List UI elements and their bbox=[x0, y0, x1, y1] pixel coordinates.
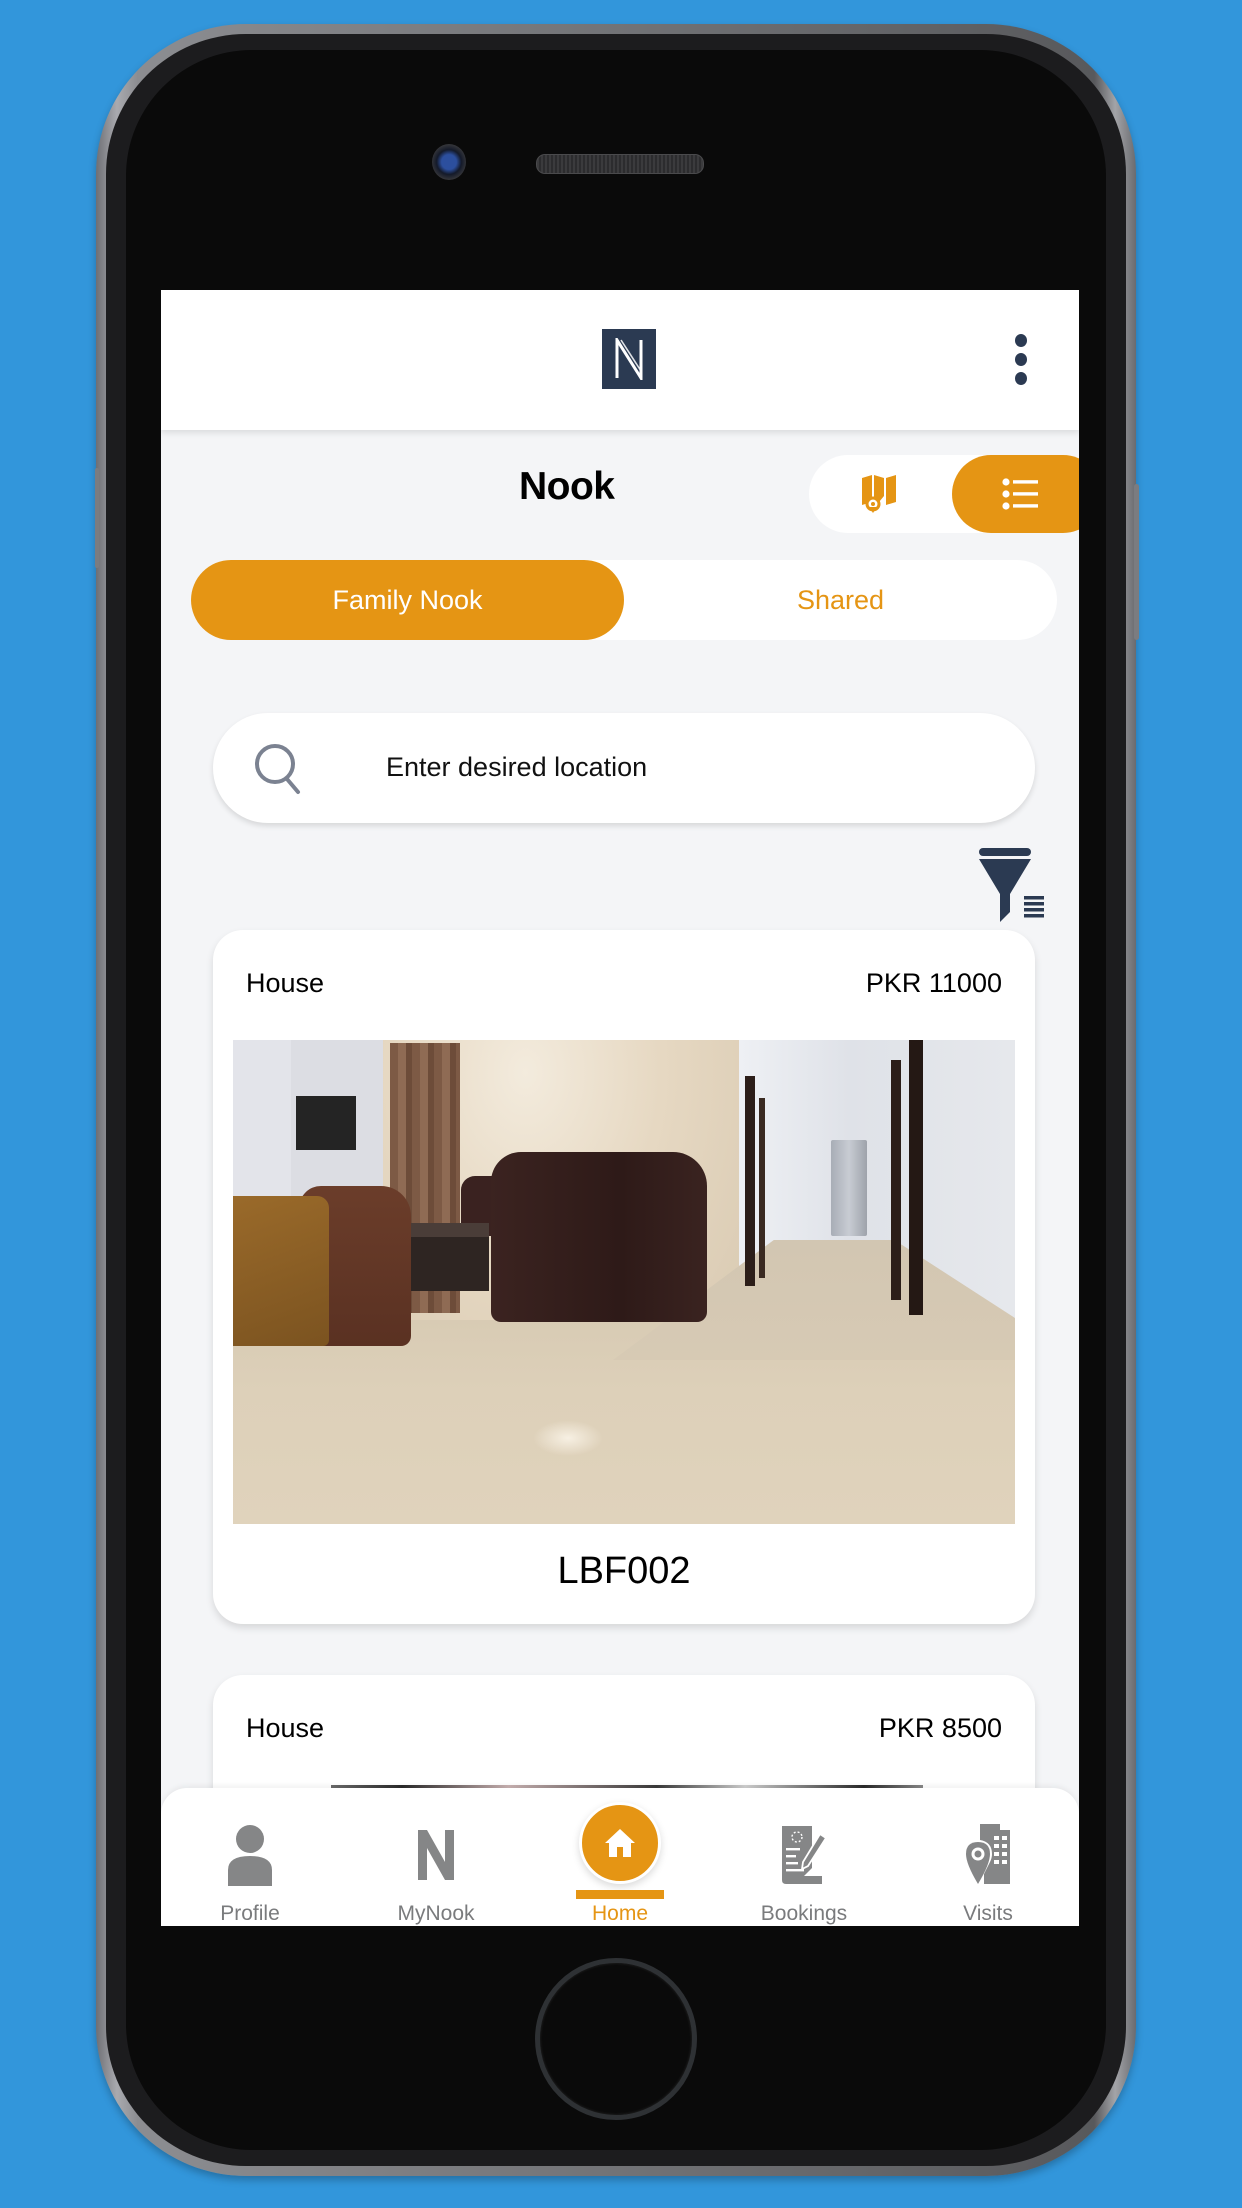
map-view-button[interactable] bbox=[809, 455, 949, 533]
n-letter-icon bbox=[418, 1830, 454, 1880]
active-indicator bbox=[576, 1890, 664, 1899]
app-logo bbox=[602, 329, 656, 389]
nav-mynook[interactable]: MyNook bbox=[361, 1788, 511, 1926]
search-icon bbox=[255, 744, 300, 794]
nav-label: Profile bbox=[220, 1902, 280, 1925]
photo-sofa-front bbox=[491, 1152, 707, 1322]
location-search-input[interactable]: Enter desired location bbox=[213, 713, 1035, 823]
earpiece-speaker bbox=[536, 154, 704, 174]
list-icon bbox=[1002, 478, 1038, 510]
photo-door bbox=[745, 1076, 755, 1286]
bottom-navigation: Profile MyNook Home Bookings Visits bbox=[161, 1788, 1079, 1926]
phone-side-button bbox=[1134, 484, 1139, 640]
listing-code: LBF002 bbox=[557, 1550, 691, 1592]
page-title: Nook bbox=[519, 465, 615, 508]
nav-visits[interactable]: Visits bbox=[913, 1788, 1063, 1926]
listing-type: House bbox=[246, 1713, 325, 1743]
photo-door bbox=[759, 1098, 765, 1278]
app-bar bbox=[161, 290, 1079, 430]
listing-photo[interactable] bbox=[233, 1040, 1015, 1524]
document-pen-icon bbox=[782, 1826, 828, 1884]
listing-card[interactable]: House PKR 11000 LBF002 bbox=[213, 930, 1035, 1624]
photo-drape bbox=[233, 1196, 329, 1346]
kebab-dot bbox=[1015, 372, 1027, 385]
nav-bookings[interactable]: Bookings bbox=[729, 1788, 879, 1926]
nav-label: Visits bbox=[963, 1902, 1013, 1925]
nook-type-segment: Shared Family Nook bbox=[191, 560, 1057, 640]
home-icon bbox=[605, 1829, 635, 1857]
phone-volume-up-button bbox=[95, 468, 99, 568]
tab-shared[interactable]: Shared bbox=[624, 560, 1057, 640]
filter-button[interactable] bbox=[977, 846, 1047, 922]
building-pin-icon bbox=[966, 1824, 1010, 1884]
kebab-dot bbox=[1015, 353, 1027, 366]
photo-floor-shine bbox=[533, 1420, 603, 1456]
nav-label: Home bbox=[591, 1902, 649, 1925]
nav-label: Bookings bbox=[760, 1902, 848, 1925]
search-placeholder: Enter desired location bbox=[386, 752, 648, 782]
nav-profile[interactable]: Profile bbox=[175, 1788, 325, 1926]
app-screen: Nook Shared Family Nook Enter desired lo… bbox=[161, 290, 1079, 1926]
tab-family-nook[interactable]: Family Nook bbox=[191, 560, 624, 640]
more-options-button[interactable] bbox=[1013, 334, 1029, 386]
front-camera bbox=[432, 144, 466, 180]
nav-home[interactable]: Home bbox=[545, 1788, 695, 1926]
n-logo-icon bbox=[615, 338, 643, 380]
list-view-button[interactable] bbox=[952, 455, 1079, 533]
title-row: Nook bbox=[161, 430, 1079, 560]
home-fab bbox=[579, 1802, 661, 1884]
map-pin-icon bbox=[862, 475, 896, 513]
listing-price: PKR 8500 bbox=[878, 1713, 1002, 1743]
photo-tv bbox=[296, 1096, 356, 1150]
view-toggle bbox=[809, 455, 1079, 533]
photo-door bbox=[909, 1040, 923, 1315]
kebab-menu-icon bbox=[1015, 334, 1027, 347]
photo-door bbox=[891, 1060, 901, 1300]
person-icon bbox=[228, 1825, 272, 1886]
phone-home-button[interactable] bbox=[535, 1958, 697, 2120]
photo-fridge bbox=[831, 1140, 867, 1236]
listing-type: House bbox=[246, 968, 325, 998]
listing-price: PKR 11000 bbox=[865, 968, 1002, 998]
filter-icon bbox=[979, 848, 1044, 922]
nav-label: MyNook bbox=[397, 1902, 475, 1925]
